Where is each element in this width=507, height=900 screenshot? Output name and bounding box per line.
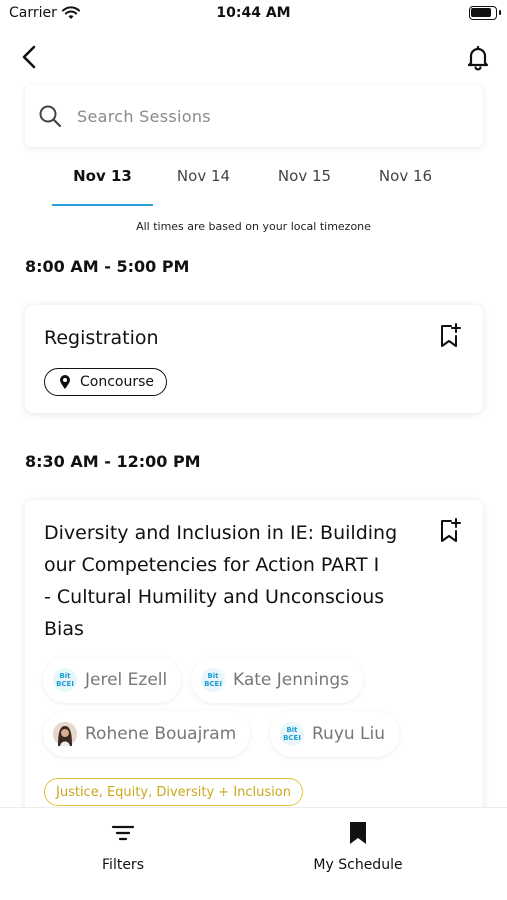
status-time: 10:44 AM bbox=[216, 5, 291, 21]
search-input[interactable] bbox=[77, 106, 437, 126]
session-card-diversity[interactable]: Diversity and Inclusion in IE: Building … bbox=[25, 500, 483, 830]
filter-icon bbox=[23, 818, 223, 848]
my-schedule-label: My Schedule bbox=[313, 857, 403, 873]
speaker-chip-kate-jennings[interactable]: Bit BCEI Kate Jennings bbox=[191, 657, 363, 703]
battery-icon bbox=[469, 6, 501, 20]
avatar: Bit BCEI bbox=[280, 722, 304, 746]
session-title-line: our Competencies for Action PART I bbox=[44, 554, 380, 576]
tab-nov-13[interactable]: Nov 13 bbox=[52, 160, 153, 206]
my-schedule-button[interactable]: My Schedule bbox=[258, 818, 458, 873]
bottom-nav: Filters My Schedule bbox=[0, 807, 507, 900]
session-time-header: 8:00 AM - 5:00 PM bbox=[25, 257, 190, 276]
speaker-chip-jerel-ezell[interactable]: Bit BCEI Jerel Ezell bbox=[43, 657, 182, 703]
location-pill[interactable]: Concourse bbox=[44, 368, 168, 396]
timezone-note: All times are based on your local timezo… bbox=[136, 220, 371, 233]
session-title: Registration bbox=[44, 327, 159, 349]
tab-nov-14[interactable]: Nov 14 bbox=[153, 160, 254, 206]
bell-icon bbox=[467, 45, 489, 75]
session-title-line: - Cultural Humility and Unconscious bbox=[44, 586, 385, 608]
bookmark-plus-icon bbox=[439, 323, 461, 353]
tab-nov-16[interactable]: Nov 16 bbox=[355, 160, 456, 206]
session-title-line: Bias bbox=[44, 618, 84, 640]
date-tabs: Nov 13 Nov 14 Nov 15 Nov 16 bbox=[52, 160, 456, 206]
session-card-registration[interactable]: Registration Concourse bbox=[25, 305, 483, 413]
status-bar: Carrier 10:44 AM bbox=[0, 0, 507, 30]
track-tag[interactable]: Justice, Equity, Diversity + Inclusion bbox=[44, 778, 303, 806]
avatar-logo-text: Bit BCEI bbox=[283, 726, 301, 742]
speaker-name: Jerel Ezell bbox=[85, 670, 168, 690]
avatar-logo-text: Bit BCEI bbox=[56, 672, 74, 688]
speaker-name: Kate Jennings bbox=[233, 670, 349, 690]
bookmark-add-button[interactable] bbox=[439, 323, 465, 351]
search-box[interactable] bbox=[25, 85, 483, 147]
search-icon bbox=[37, 103, 63, 129]
location-pin-icon bbox=[59, 374, 71, 390]
speaker-name: Rohene Bouajram bbox=[85, 724, 237, 744]
bookmark-icon bbox=[258, 818, 458, 848]
session-title: Diversity and Inclusion in IE: Building … bbox=[44, 517, 397, 645]
avatar: Bit BCEI bbox=[53, 668, 77, 692]
session-time-header: 8:30 AM - 12:00 PM bbox=[25, 452, 201, 471]
filters-label: Filters bbox=[102, 857, 144, 873]
speaker-name: Ruyu Liu bbox=[312, 724, 386, 744]
avatar: Bit BCEI bbox=[201, 668, 225, 692]
session-title-line: Diversity and Inclusion in IE: Building bbox=[44, 522, 398, 544]
notifications-button[interactable] bbox=[463, 44, 493, 76]
avatar bbox=[53, 722, 77, 746]
bookmark-add-button[interactable] bbox=[439, 518, 465, 546]
location-label: Concourse bbox=[80, 374, 155, 390]
speaker-chip-ruyu-liu[interactable]: Bit BCEI Ruyu Liu bbox=[270, 711, 400, 757]
tab-nov-15[interactable]: Nov 15 bbox=[254, 160, 355, 206]
filters-button[interactable]: Filters bbox=[23, 818, 223, 873]
avatar-logo-text: Bit BCEI bbox=[204, 672, 222, 688]
back-arrow-icon bbox=[22, 45, 36, 73]
speaker-chip-rohene-bouajram[interactable]: Rohene Bouajram bbox=[43, 711, 251, 757]
back-button[interactable] bbox=[14, 43, 44, 75]
bookmark-plus-icon bbox=[439, 518, 461, 548]
